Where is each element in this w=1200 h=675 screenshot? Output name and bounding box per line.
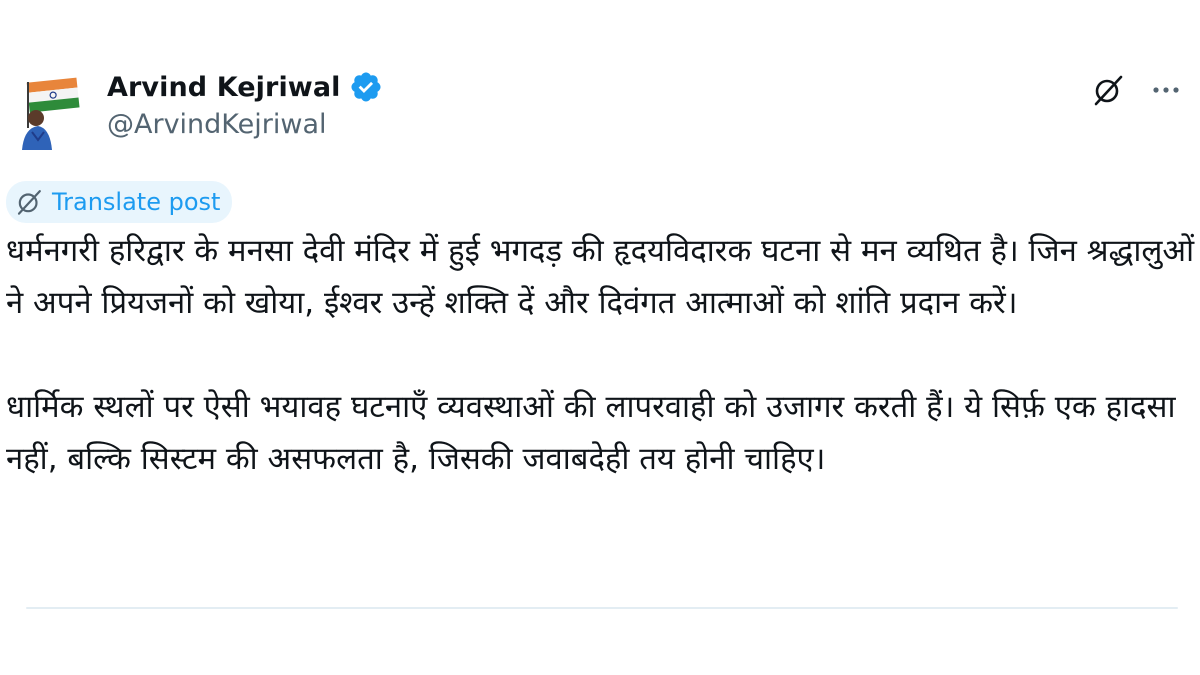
translate-post-button[interactable]: Translate post: [6, 181, 233, 223]
post-paragraph: धर्मनगरी हरिद्वार के मनसा देवी मंदिर में…: [6, 233, 1195, 321]
grok-icon: [17, 190, 41, 215]
post-body: धर्मनगरी हरिद्वार के मनसा देवी मंदिर में…: [6, 225, 1196, 485]
more-options-icon: [1153, 87, 1179, 93]
translate-row: Translate post: [6, 181, 233, 223]
divider: [26, 607, 1178, 609]
author-name-row: Arvind Kejriwal: [107, 66, 383, 108]
post-paragraph: धार्मिक स्थलों पर ऐसी भयावह घटनाएँ व्यवस…: [6, 389, 1176, 477]
avatar[interactable]: [14, 72, 86, 150]
verified-badge-icon[interactable]: [349, 70, 383, 104]
grok-button[interactable]: [1088, 70, 1128, 110]
profile-photo-with-flag-icon: [22, 77, 80, 150]
grok-icon: [1094, 75, 1123, 106]
post-card: Arvind Kejriwal @ArvindKejriwal Translat…: [0, 0, 1200, 675]
more-options-button[interactable]: [1146, 70, 1186, 110]
author-name[interactable]: Arvind Kejriwal: [107, 72, 341, 103]
author-handle[interactable]: @ArvindKejriwal: [107, 109, 327, 140]
translate-post-label: Translate post: [52, 188, 221, 216]
header-actions: [1088, 70, 1186, 110]
